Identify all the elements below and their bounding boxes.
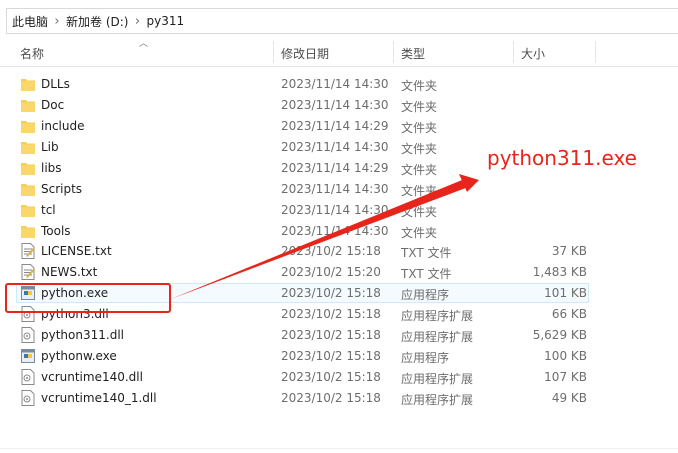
- status-divider: [0, 448, 678, 449]
- arrow-shaft: [171, 178, 471, 299]
- annotation-label: python311.exe: [487, 146, 637, 170]
- annotation-arrow: [171, 174, 479, 299]
